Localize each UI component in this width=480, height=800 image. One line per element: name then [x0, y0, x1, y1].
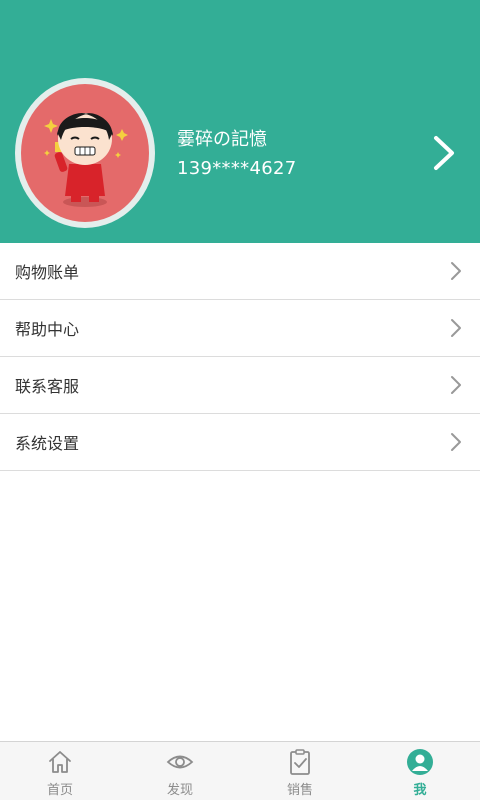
menu-item-label: 购物账单	[15, 263, 80, 282]
tab-label: 销售	[286, 783, 313, 798]
chevron-right-icon	[451, 433, 461, 451]
menu-item-shopping-bill[interactable]: 购物账单	[0, 243, 480, 300]
menu-item-system-settings[interactable]: 系统设置	[0, 414, 480, 471]
bottom-tab-bar: 首页 发现 销售 我	[0, 741, 480, 800]
menu-list: 购物账单 帮助中心 联系客服 系统设置	[0, 243, 480, 471]
menu-item-label: 联系客服	[15, 377, 80, 396]
tab-me[interactable]: 我	[360, 742, 480, 800]
home-icon	[49, 751, 71, 773]
menu-item-label: 帮助中心	[15, 320, 80, 339]
avatar-frame	[15, 78, 155, 228]
chevron-right-icon[interactable]	[426, 133, 462, 173]
tab-label: 我	[413, 783, 427, 798]
profile-phone: 139****4627	[177, 158, 297, 179]
person-icon	[407, 749, 433, 775]
tab-label: 首页	[46, 783, 73, 798]
tab-discover[interactable]: 发现	[120, 742, 240, 800]
menu-item-help-center[interactable]: 帮助中心	[0, 300, 480, 357]
profile-name: 霎碎の記憶	[177, 129, 267, 150]
avatar[interactable]	[21, 84, 149, 222]
menu-item-contact-service[interactable]: 联系客服	[0, 357, 480, 414]
tab-home[interactable]: 首页	[0, 742, 120, 800]
cartoon-girl-avatar-icon	[44, 112, 128, 207]
chevron-right-icon	[451, 262, 461, 280]
chevron-right-icon	[451, 319, 461, 337]
profile-header[interactable]: 霎碎の記憶 139****4627	[0, 0, 480, 243]
tab-sales[interactable]: 销售	[240, 742, 360, 800]
eye-icon	[166, 755, 194, 769]
clipboard-check-icon	[290, 749, 310, 775]
chevron-right-icon	[451, 376, 461, 394]
menu-item-label: 系统设置	[15, 434, 80, 453]
tab-label: 发现	[166, 783, 193, 798]
